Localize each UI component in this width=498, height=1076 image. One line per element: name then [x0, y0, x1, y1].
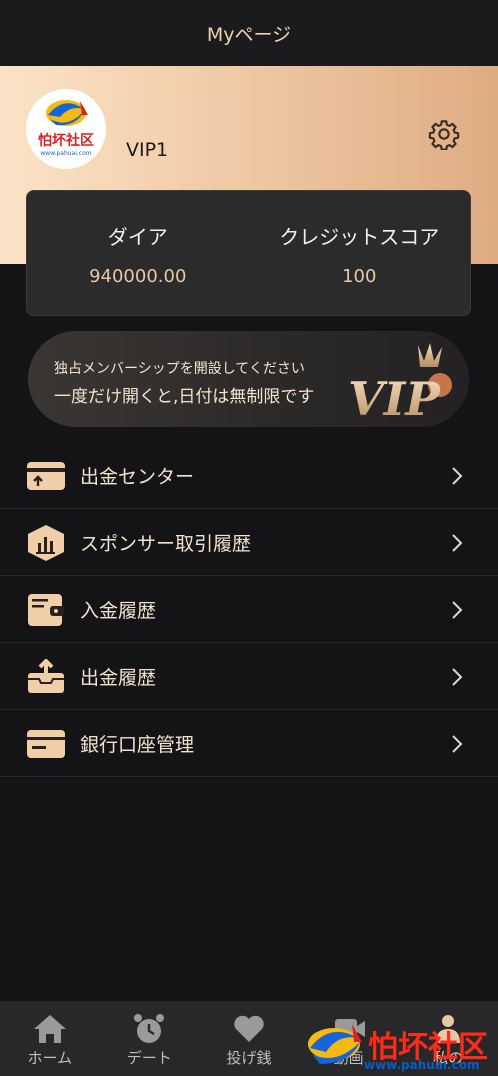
chevron-right-icon	[452, 668, 463, 686]
vip-level-label: VIP1	[126, 139, 169, 161]
page-title: Myページ	[206, 23, 292, 46]
menu-item-label: 出金履歴	[80, 666, 157, 689]
outbox-icon	[28, 659, 64, 693]
settings-gear-icon[interactable]	[428, 118, 460, 150]
svg-text:VIP: VIP	[348, 372, 441, 421]
chevron-right-icon	[452, 467, 463, 485]
svg-text:怕坏社区: 怕坏社区	[38, 132, 94, 149]
tab-label: デート	[126, 1049, 172, 1067]
home-icon	[33, 1015, 66, 1043]
svg-text:www.pahuai.com: www.pahuai.com	[40, 150, 91, 157]
vip-crown-icon: VIP	[348, 343, 452, 421]
tab-video[interactable]: 動画	[299, 1001, 399, 1076]
tab-label: ホーム	[27, 1049, 73, 1067]
bank-card-icon	[27, 730, 65, 758]
person-icon	[436, 1015, 461, 1043]
video-icon	[334, 1019, 365, 1039]
stat-value: 100	[342, 266, 377, 287]
bottom-tab-bar: ホーム デート 投げ銭 動画 私の	[0, 1001, 498, 1076]
tab-label: 投げ銭	[226, 1049, 272, 1067]
chevron-right-icon	[452, 735, 463, 753]
menu-item-label: 出金センター	[80, 465, 195, 488]
tab-home[interactable]: ホーム	[0, 1001, 100, 1076]
tab-label: 私の	[433, 1049, 464, 1067]
banner-line-1: 独占メンバーシップを開設してください	[54, 361, 305, 377]
stat-diamond[interactable]: ダイア 940000.00	[27, 191, 249, 315]
tab-tips[interactable]: 投げ銭	[199, 1001, 299, 1076]
chart-hexagon-icon	[28, 525, 64, 561]
menu-item-withdraw-center[interactable]: 出金センター	[0, 442, 498, 509]
menu-item-label: 入金履歴	[80, 599, 157, 622]
withdraw-card-icon	[27, 462, 65, 490]
menu-item-bank-account[interactable]: 銀行口座管理	[0, 710, 498, 777]
heart-icon	[234, 1015, 264, 1042]
stat-label: ダイア	[107, 225, 168, 249]
menu-list: 出金センター スポンサー取引履歴 入金履歴 出金履歴 銀行口座管理	[0, 442, 498, 777]
menu-item-sponsor-history[interactable]: スポンサー取引履歴	[0, 509, 498, 576]
tab-mine[interactable]: 私の	[398, 1001, 498, 1076]
chevron-right-icon	[452, 601, 463, 619]
alarm-clock-icon	[134, 1014, 165, 1043]
stat-credit-score[interactable]: クレジットスコア 100	[249, 191, 471, 315]
avatar[interactable]: 怕坏社区 www.pahuai.com	[26, 89, 106, 169]
avatar-logo-icon: 怕坏社区 www.pahuai.com	[26, 89, 106, 169]
wallet-icon	[28, 594, 64, 626]
banner-line-2: 一度だけ開くと,日付は無制限です	[54, 387, 315, 407]
tab-date[interactable]: デート	[100, 1001, 200, 1076]
menu-item-withdraw-history[interactable]: 出金履歴	[0, 643, 498, 710]
top-bar: Myページ	[0, 0, 498, 66]
menu-item-label: 銀行口座管理	[80, 733, 195, 756]
tab-label: 動画	[333, 1049, 364, 1067]
menu-item-deposit-history[interactable]: 入金履歴	[0, 576, 498, 643]
vip-membership-banner[interactable]: 独占メンバーシップを開設してください 一度だけ開くと,日付は無制限です VIP	[28, 331, 469, 427]
stat-label: クレジットスコア	[279, 225, 440, 249]
menu-item-label: スポンサー取引履歴	[80, 532, 252, 555]
stats-card: ダイア 940000.00 クレジットスコア 100	[26, 190, 471, 316]
chevron-right-icon	[452, 534, 463, 552]
stat-value: 940000.00	[89, 266, 187, 287]
